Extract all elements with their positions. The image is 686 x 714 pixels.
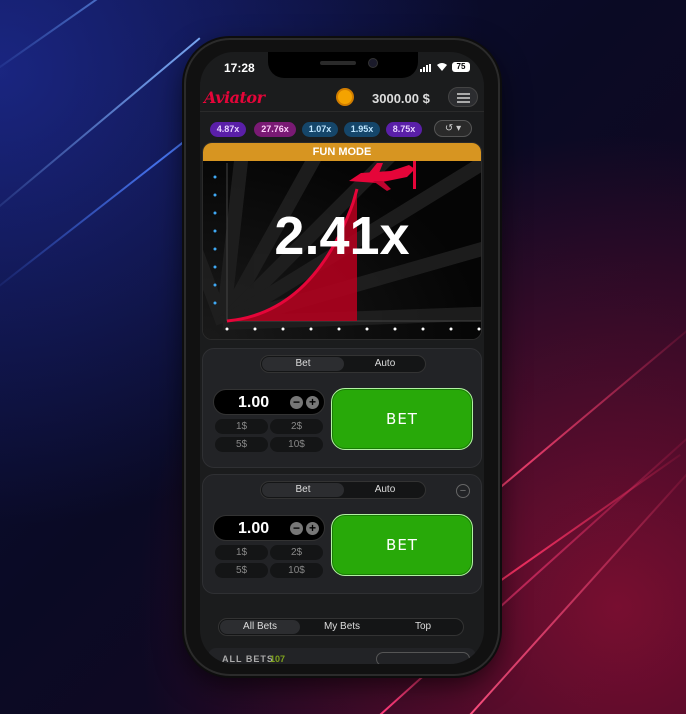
coin-icon bbox=[336, 88, 354, 106]
bet-amount-value: 1.00 bbox=[238, 394, 270, 411]
tab-auto[interactable]: Auto bbox=[344, 357, 426, 371]
signal-icon bbox=[420, 64, 431, 72]
background-beam bbox=[0, 0, 178, 82]
menu-icon bbox=[457, 97, 470, 99]
background-beam bbox=[0, 37, 201, 232]
speaker-icon bbox=[320, 61, 356, 65]
tab-top[interactable]: Top bbox=[383, 620, 463, 634]
quick-amount-button[interactable]: 1$ bbox=[215, 545, 268, 560]
history-icon: ↺ ▾ bbox=[444, 123, 462, 134]
phone-notch bbox=[268, 52, 418, 78]
bet-button[interactable]: BET bbox=[331, 514, 473, 576]
all-bets-count: 107 bbox=[270, 654, 286, 664]
bets-tabs: All Bets My Bets Top bbox=[218, 618, 464, 636]
bet-button[interactable]: BET bbox=[331, 388, 473, 450]
remove-panel-icon[interactable]: − bbox=[456, 484, 470, 498]
phone-frame: 17:28 75 Aviator 3000.00 $ 4.87x 27.76x … bbox=[186, 40, 498, 674]
battery-icon: 75 bbox=[452, 62, 470, 72]
phone-screen: 17:28 75 Aviator 3000.00 $ 4.87x 27.76x … bbox=[200, 52, 484, 664]
minus-icon[interactable]: − bbox=[290, 522, 303, 535]
quick-amount-button[interactable]: 2$ bbox=[270, 419, 323, 434]
multiplier-history: 4.87x 27.76x 1.07x 1.95x 8.75x ↺ ▾ bbox=[200, 120, 484, 140]
bet-panel-1: Bet Auto 1.00 − + 1$ 2$ 5$ 10$ BET bbox=[202, 348, 482, 468]
quick-amount-button[interactable]: 2$ bbox=[270, 545, 323, 560]
camera-icon bbox=[368, 58, 378, 68]
wifi-icon bbox=[437, 63, 447, 71]
minus-icon[interactable]: − bbox=[290, 396, 303, 409]
status-time: 17:28 bbox=[224, 61, 255, 75]
history-button[interactable]: ↺ ▾ bbox=[434, 120, 472, 137]
all-bets-header: ALL BETS 107 bbox=[208, 648, 476, 664]
menu-icon bbox=[457, 93, 470, 95]
tab-auto[interactable]: Auto bbox=[344, 483, 426, 497]
history-multiplier[interactable]: 8.75x bbox=[386, 122, 422, 137]
quick-amount-button[interactable]: 5$ bbox=[215, 563, 268, 578]
bet-amount-value: 1.00 bbox=[238, 520, 270, 537]
menu-icon bbox=[457, 101, 470, 103]
balance: 3000.00 $ bbox=[372, 91, 430, 106]
history-multiplier[interactable]: 1.07x bbox=[302, 122, 338, 137]
bet-amount-field[interactable]: 1.00 − + bbox=[213, 389, 325, 415]
tab-bet[interactable]: Bet bbox=[262, 357, 344, 371]
menu-button[interactable] bbox=[448, 87, 478, 107]
all-bets-label: ALL BETS bbox=[222, 654, 274, 664]
history-multiplier[interactable]: 1.95x bbox=[344, 122, 380, 137]
fun-mode-banner: FUN MODE bbox=[203, 143, 481, 161]
background-beam bbox=[469, 469, 686, 714]
history-multiplier[interactable]: 27.76x bbox=[254, 122, 296, 137]
tab-all-bets[interactable]: All Bets bbox=[220, 620, 300, 634]
tab-my-bets[interactable]: My Bets bbox=[302, 620, 382, 634]
previous-hand-button[interactable] bbox=[376, 652, 470, 664]
game-area: FUN MODE 2.41x bbox=[202, 142, 482, 340]
plus-icon[interactable]: + bbox=[306, 396, 319, 409]
aviator-logo: Aviator bbox=[204, 88, 265, 107]
bet-panel-2: Bet Auto − 1.00 − + 1$ 2$ 5$ 10$ BET bbox=[202, 474, 482, 594]
quick-amount-button[interactable]: 10$ bbox=[270, 437, 323, 452]
plus-icon[interactable]: + bbox=[306, 522, 319, 535]
quick-amount-button[interactable]: 10$ bbox=[270, 563, 323, 578]
background-beam bbox=[0, 140, 186, 302]
quick-amount-button[interactable]: 1$ bbox=[215, 419, 268, 434]
tab-bet[interactable]: Bet bbox=[262, 483, 344, 497]
bet-amount-field[interactable]: 1.00 − + bbox=[213, 515, 325, 541]
bet-mode-switch: Bet Auto bbox=[260, 355, 426, 373]
history-multiplier[interactable]: 4.87x bbox=[210, 122, 246, 137]
background-beam bbox=[499, 453, 681, 582]
quick-amount-button[interactable]: 5$ bbox=[215, 437, 268, 452]
current-multiplier: 2.41x bbox=[274, 206, 410, 266]
bet-mode-switch: Bet Auto bbox=[260, 481, 426, 499]
app-header: Aviator 3000.00 $ bbox=[200, 82, 484, 112]
